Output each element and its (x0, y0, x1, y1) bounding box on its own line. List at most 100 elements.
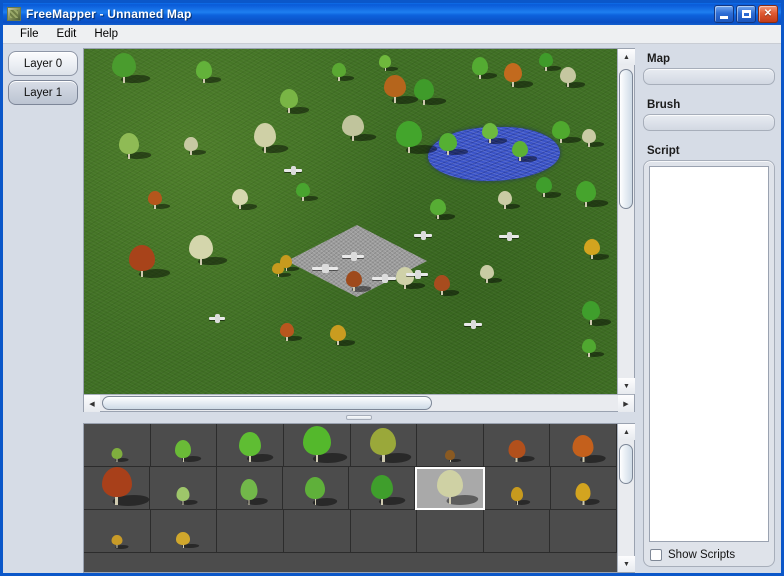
palette-tile[interactable] (283, 510, 351, 553)
tree-crown (280, 89, 298, 109)
menu-item-file[interactable]: File (11, 27, 48, 41)
script-label: Script (647, 145, 680, 157)
window-title: FreeMapper - Unnamed Map (26, 7, 192, 21)
palette-tile[interactable] (417, 424, 484, 467)
scroll-track[interactable] (100, 395, 618, 411)
palette-tile[interactable] (150, 467, 217, 510)
tree-crown (370, 428, 397, 456)
tree-crown (175, 440, 192, 458)
scroll-thumb[interactable] (619, 444, 633, 484)
script-panel: Show Scripts (643, 160, 775, 567)
map-canvas[interactable] (84, 49, 617, 394)
layer-button-0[interactable]: Layer 0 (8, 51, 78, 76)
palette-tile[interactable] (217, 510, 284, 553)
tree-sprite (272, 263, 292, 278)
palette-row (84, 510, 617, 553)
palette-tile[interactable] (417, 510, 484, 553)
map-field[interactable] (643, 68, 775, 85)
tree-sprite (370, 428, 414, 463)
aircraft-sprite (414, 231, 432, 240)
split-divider[interactable] (83, 412, 635, 423)
tree-sprite (575, 483, 602, 506)
divider-grip[interactable] (346, 415, 372, 420)
tree-sprite (112, 53, 153, 84)
palette-tile[interactable] (217, 424, 284, 467)
menu-item-edit[interactable]: Edit (48, 27, 86, 41)
show-scripts-checkbox[interactable] (650, 549, 662, 561)
tree-sprite (582, 129, 606, 148)
tree-sprite (280, 89, 311, 114)
palette-tile[interactable] (484, 467, 551, 510)
palette-vertical-scrollbar[interactable]: ▲ ▼ (617, 424, 635, 572)
window-body: Layer 0 Layer 1 ▲ ▼ ◀ ▶ ▲ ▼ Map Brush Sc… (3, 44, 781, 573)
palette-tile[interactable] (350, 510, 418, 553)
tree-crown (582, 339, 596, 354)
palette-tile[interactable] (415, 467, 485, 510)
tree-sprite (379, 55, 400, 72)
tree-crown (430, 199, 446, 215)
map-vertical-scrollbar[interactable]: ▲ ▼ (617, 49, 635, 394)
menu-item-help[interactable]: Help (85, 27, 127, 41)
tree-crown (436, 470, 463, 498)
tile-palette[interactable] (84, 424, 617, 572)
palette-tile[interactable] (350, 424, 418, 467)
scroll-down-arrow[interactable]: ▼ (618, 556, 635, 572)
palette-tile[interactable] (483, 510, 551, 553)
script-textarea[interactable] (649, 166, 769, 542)
scroll-thumb[interactable] (102, 396, 432, 410)
scroll-up-arrow[interactable]: ▲ (618, 49, 635, 65)
scroll-track[interactable] (618, 65, 634, 378)
palette-tile[interactable] (150, 424, 218, 467)
palette-tile[interactable] (349, 467, 416, 510)
minimize-button[interactable] (714, 5, 734, 23)
aircraft-sprite (406, 270, 428, 279)
palette-tile[interactable] (550, 424, 617, 467)
palette-tile[interactable] (84, 467, 152, 510)
palette-tile[interactable] (84, 510, 151, 553)
show-scripts-row[interactable]: Show Scripts (649, 549, 769, 561)
tree-sprite (196, 61, 223, 84)
scroll-track[interactable] (618, 440, 634, 556)
scroll-down-arrow[interactable]: ▼ (618, 378, 635, 394)
tree-crown (332, 63, 346, 78)
palette-tile[interactable] (84, 424, 151, 467)
scroll-up-arrow[interactable]: ▲ (618, 424, 635, 440)
tree-crown (296, 183, 310, 198)
palette-tile[interactable] (216, 467, 283, 510)
tree-crown (189, 235, 213, 259)
tree-sprite (232, 189, 259, 210)
tree-trunk (154, 204, 156, 209)
tree-sprite (346, 271, 373, 292)
tree-sprite (148, 191, 172, 210)
tree-trunk (182, 500, 184, 505)
scroll-thumb[interactable] (619, 69, 633, 209)
scroll-left-arrow[interactable]: ◀ (84, 395, 100, 412)
maximize-button[interactable] (736, 5, 756, 23)
palette-tile[interactable] (550, 510, 617, 553)
tree-sprite (582, 339, 606, 358)
tree-trunk (588, 352, 590, 357)
tree-trunk (545, 66, 547, 71)
map-horizontal-scrollbar[interactable]: ◀ ▶ (84, 394, 634, 412)
tree-sprite (240, 479, 270, 506)
map-panel: ▲ ▼ ◀ ▶ (83, 48, 635, 412)
palette-tile[interactable] (550, 467, 617, 510)
aircraft-sprite (284, 166, 302, 175)
tree-crown (539, 53, 553, 68)
close-button[interactable]: ✕ (758, 5, 778, 23)
tree-sprite (332, 63, 356, 82)
layer-button-1[interactable]: Layer 1 (8, 80, 78, 105)
palette-tile[interactable] (283, 424, 351, 467)
title-bar[interactable]: FreeMapper - Unnamed Map ✕ (3, 3, 781, 25)
tree-sprite (498, 191, 522, 210)
brush-field[interactable] (643, 114, 775, 131)
palette-tile[interactable] (282, 467, 349, 510)
tree-crown (384, 75, 406, 98)
tree-crown (575, 483, 591, 501)
palette-tile[interactable] (150, 510, 218, 553)
scroll-right-arrow[interactable]: ▶ (618, 395, 634, 412)
tree-crown (370, 475, 393, 499)
tree-trunk (486, 278, 488, 283)
palette-tile[interactable] (483, 424, 551, 467)
tree-sprite (129, 245, 173, 278)
